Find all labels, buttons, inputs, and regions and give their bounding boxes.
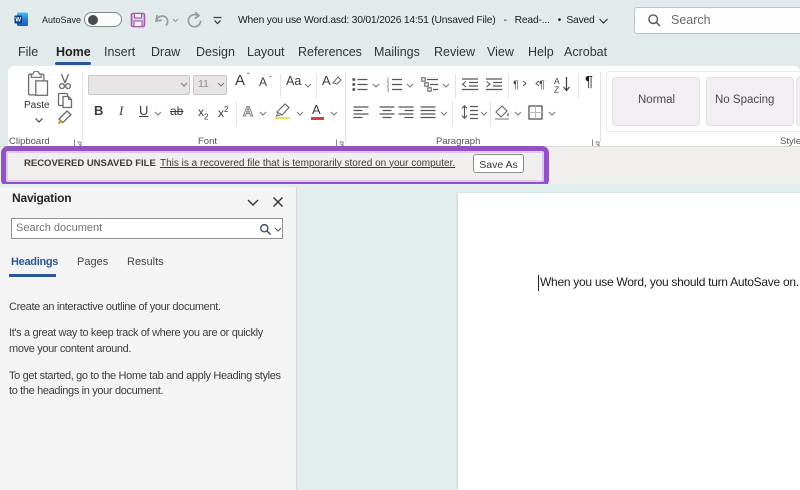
svg-text:¶: ¶ xyxy=(513,79,519,91)
svg-text:A: A xyxy=(243,103,253,118)
svg-text:3: 3 xyxy=(387,88,390,93)
svg-text:W: W xyxy=(15,18,21,24)
svg-text:Z: Z xyxy=(554,85,559,94)
svg-text:¶: ¶ xyxy=(539,79,545,91)
